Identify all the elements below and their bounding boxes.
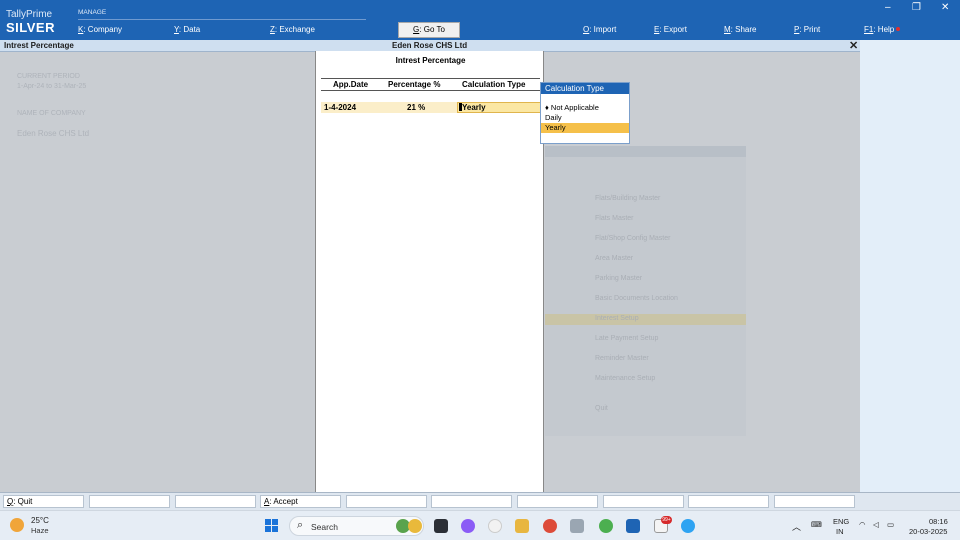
right-button-panel (860, 40, 960, 492)
fkey-empty (603, 495, 684, 508)
search-icon: ⌕ (297, 519, 304, 531)
menu-share[interactable]: M: Share (724, 25, 756, 34)
gateway-menu: Flats/Building Master Flats Master Flat/… (545, 146, 746, 436)
function-key-bar: Q: Quit A: Accept (0, 492, 960, 510)
section-divider (78, 19, 366, 20)
window-close-icon[interactable]: ✕ (941, 2, 949, 13)
gateway-header-strip (545, 146, 746, 157)
fkey-empty (346, 495, 427, 508)
interest-percentage-dialog: Intrest Percentage App.Date Percentage %… (315, 51, 544, 492)
percentage-cell[interactable]: 21 % (407, 103, 425, 112)
chrome-profile-icon[interactable] (599, 519, 613, 533)
language-line1[interactable]: ENG (833, 517, 849, 526)
app-icon[interactable] (570, 519, 584, 533)
gateway-item: Late Payment Setup (595, 335, 659, 342)
calculation-type-list-title: Calculation Type (541, 83, 629, 94)
column-header-app-date: App.Date (333, 80, 369, 89)
fkey-empty (175, 495, 256, 508)
gateway-item: Interest Setup (595, 315, 639, 322)
temperature: 25°C (31, 516, 49, 525)
screen-title: Intrest Percentage (4, 41, 74, 50)
column-header-percentage: Percentage % (388, 80, 441, 89)
menu-exchange[interactable]: Z: Exchange (270, 25, 315, 34)
app-date-cell[interactable]: 1-4-2024 (324, 103, 356, 112)
weather-haze-icon[interactable] (10, 518, 24, 532)
dialog-title: Intrest Percentage (395, 56, 466, 65)
gateway-item: Flats/Building Master (595, 195, 661, 202)
copilot-icon[interactable] (461, 519, 475, 533)
gateway-item: Flats Master (595, 215, 634, 222)
top-menu-bar: TallyPrime SILVER MANAGE K: Company Y: D… (0, 0, 960, 40)
company-label: NAME OF COMPANY (17, 110, 86, 117)
battery-icon[interactable]: ▭ (887, 520, 894, 529)
help-dot-icon (896, 27, 901, 31)
option-daily[interactable]: Daily (541, 113, 629, 123)
period-label: CURRENT PERIOD (17, 73, 80, 80)
goto-button[interactable]: G: Go To (398, 22, 460, 38)
fkey-empty (431, 495, 512, 508)
option-not-applicable[interactable]: ♦ Not Applicable (541, 103, 629, 113)
screen-close-icon[interactable]: ✕ (849, 39, 858, 52)
minimize-icon[interactable]: – (885, 2, 891, 13)
gateway-item: Reminder Master (595, 355, 649, 362)
gateway-item-highlight (545, 314, 746, 325)
column-header-calculation-type: Calculation Type (462, 80, 526, 89)
menu-export[interactable]: E: Export (654, 25, 687, 34)
windows-taskbar: 25°C Haze ⌕ Search 99+ ︿ ⌨ ENG IN ◠ ◁ ▭ … (0, 510, 960, 540)
menu-import[interactable]: O: Import (583, 25, 616, 34)
fkey-empty (688, 495, 769, 508)
language-line2[interactable]: IN (836, 527, 844, 536)
weather-condition: Haze (31, 526, 49, 535)
gateway-item: Quit (595, 405, 608, 412)
company-value: Eden Rose CHS Ltd (17, 129, 90, 138)
file-explorer-icon[interactable] (515, 519, 529, 533)
fkey-empty (517, 495, 598, 508)
task-view-icon[interactable] (434, 519, 448, 533)
clock-date[interactable]: 20-03-2025 (909, 527, 947, 536)
volume-icon[interactable]: ◁ (873, 520, 879, 529)
table-row[interactable]: 1-4-2024 21 % Yearly (321, 102, 543, 113)
calculation-type-input[interactable]: Yearly (457, 102, 543, 113)
fkey-empty (774, 495, 855, 508)
menu-company[interactable]: K: Company (78, 25, 122, 34)
news-icon[interactable] (408, 519, 422, 533)
menu-help[interactable]: F1: Help (864, 25, 901, 34)
menu-data[interactable]: Y: Data (174, 25, 200, 34)
brand-name: TallyPrime (6, 9, 53, 20)
browser-icon[interactable] (681, 519, 695, 533)
keyboard-icon[interactable]: ⌨ (811, 520, 822, 529)
calculation-type-list: Calculation Type ♦ Not Applicable Daily … (540, 82, 630, 144)
chrome-icon[interactable] (543, 519, 557, 533)
gateway-item: Parking Master (595, 275, 643, 282)
section-label: MANAGE (78, 9, 107, 16)
accept-button[interactable]: A: Accept (260, 495, 341, 508)
tallyprime-icon[interactable] (626, 519, 640, 533)
app-icon[interactable] (488, 519, 502, 533)
search-placeholder: Search (311, 522, 338, 532)
mail-badge: 99+ (661, 516, 672, 524)
gateway-item: Flat/Shop Config Master (595, 235, 671, 242)
windows-start-icon[interactable] (265, 519, 279, 533)
menu-print[interactable]: P: Print (794, 25, 820, 34)
restore-icon[interactable]: ❐ (912, 2, 921, 13)
quit-button[interactable]: Q: Quit (3, 495, 84, 508)
company-title: Eden Rose CHS Ltd (392, 41, 468, 50)
clock-time[interactable]: 08:16 (929, 517, 948, 526)
table-header: App.Date Percentage % Calculation Type (321, 78, 540, 91)
brand-edition: SILVER (6, 20, 55, 35)
gateway-item: Maintenance Setup (595, 375, 656, 382)
diamond-icon: ♦ (545, 103, 549, 112)
tray-overflow-icon[interactable]: ︿ (792, 520, 801, 533)
period-value: 1-Apr-24 to 31-Mar-25 (17, 83, 87, 90)
option-yearly[interactable]: Yearly (541, 123, 629, 133)
gateway-item: Area Master (595, 255, 634, 262)
wifi-icon[interactable]: ◠ (859, 520, 866, 529)
gateway-item: Basic Documents Location (595, 295, 678, 302)
fkey-empty (89, 495, 170, 508)
